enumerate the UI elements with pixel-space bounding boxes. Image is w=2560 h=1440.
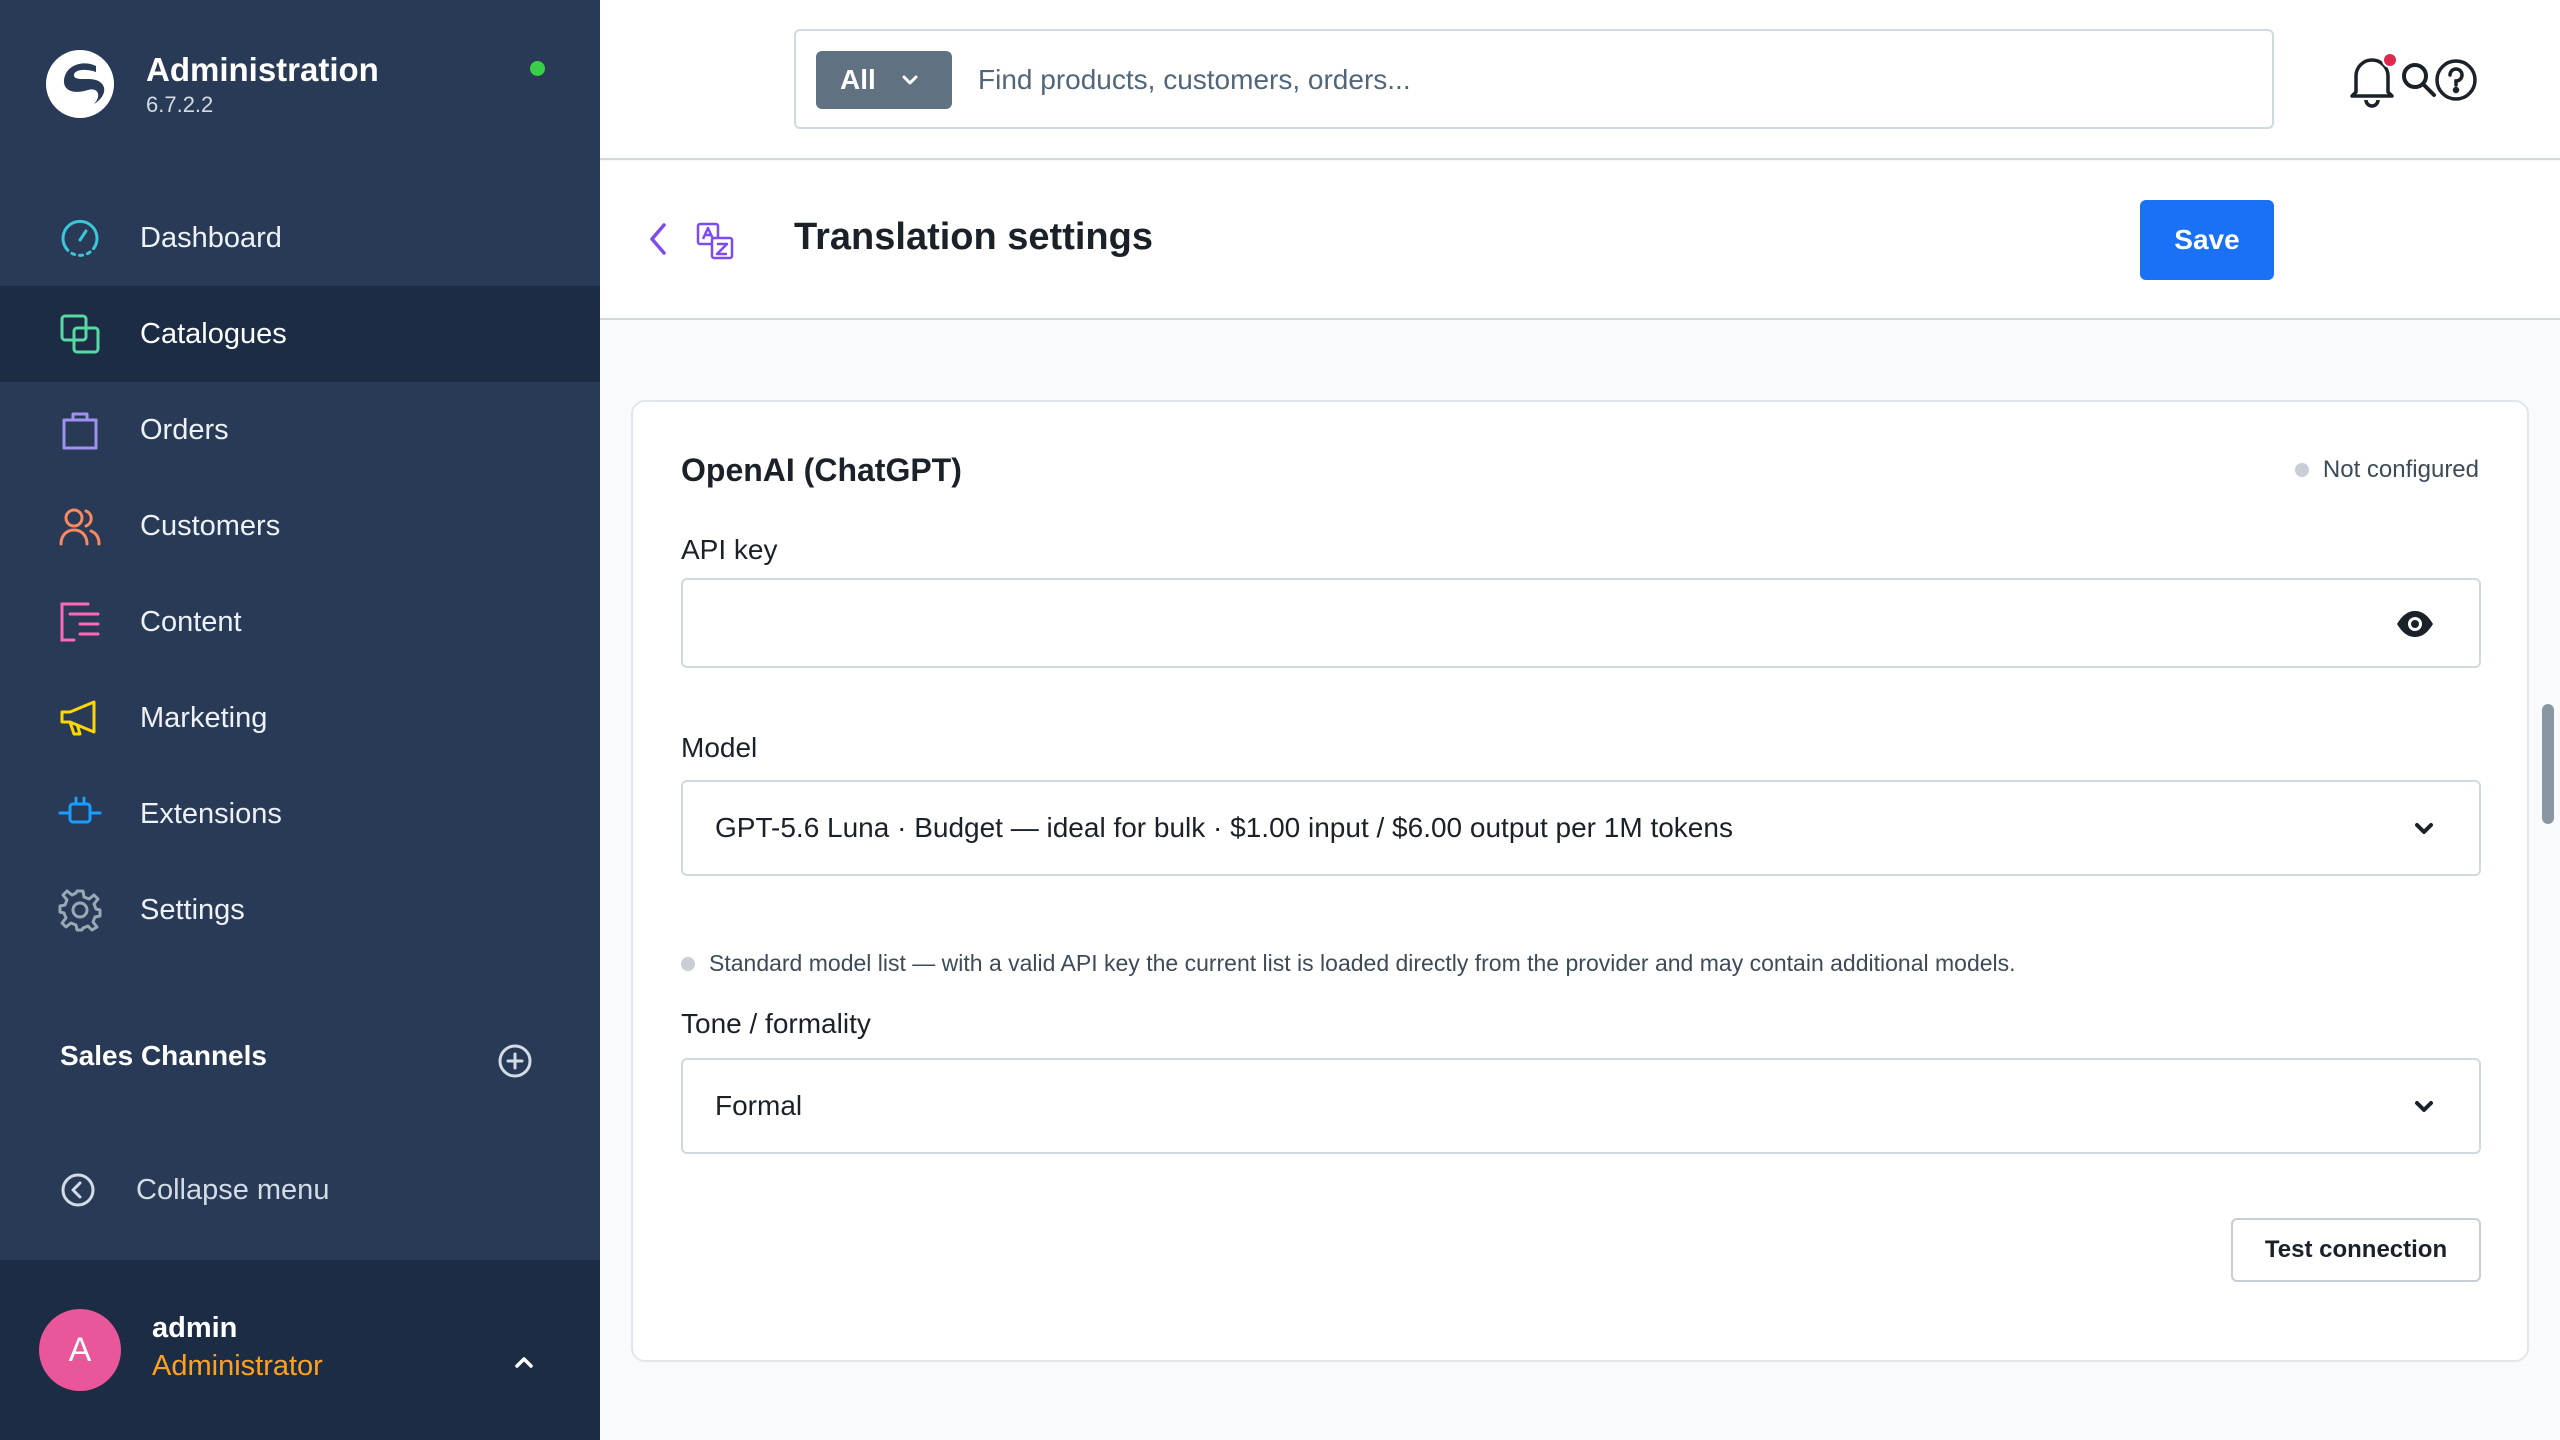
sidebar-item-customers[interactable]: Customers [0,478,600,574]
user-menu[interactable]: A admin Administrator [0,1260,600,1440]
add-sales-channel-icon[interactable] [497,1043,533,1079]
extensions-icon [58,796,102,824]
model-selected-value: GPT-5.6 Luna · Budget — ideal for bulk ·… [715,812,1733,843]
sidebar-item-label: Extensions [140,797,282,830]
status-dot [2294,463,2309,477]
sidebar-item-content[interactable]: Content [0,574,600,670]
chevron-up-icon[interactable] [510,1348,538,1376]
model-label: Model [681,732,758,763]
hint-text: Standard model list — with a valid API k… [709,950,2016,976]
avatar: A [39,1309,121,1391]
model-select[interactable]: GPT-5.6 Luna · Budget — ideal for bulk ·… [681,780,2481,876]
sidebar-item-extensions[interactable]: Extensions [0,766,600,862]
page-header: Translation settings Save [600,162,2560,320]
sidebar-item-label: Customers [140,509,281,542]
test-connection-button[interactable]: Test connection [2231,1218,2481,1282]
top-bar: All [600,0,2560,160]
dashboard-icon [61,219,99,257]
sidebar-item-label: Orders [140,413,229,446]
notification-badge [2382,52,2398,68]
chevron-down-icon [2415,1101,2433,1112]
sidebar-item-label: Marketing [140,701,268,734]
content-icon [60,602,100,642]
sidebar-item-catalogues[interactable]: Catalogues [0,286,600,382]
marketing-icon [60,700,96,736]
search-input[interactable] [976,51,2176,109]
chevron-down-icon [2415,823,2433,834]
chevron-down-icon [902,75,918,85]
card-title: OpenAI (ChatGPT) [681,452,962,488]
api-key-input[interactable] [715,606,2395,640]
page-title: Translation settings [794,216,1153,258]
status-text: Not configured [2322,456,2479,483]
sidebar-item-settings[interactable]: Settings [0,862,600,958]
user-name: admin [152,1312,238,1344]
search-scope-label: All [840,64,876,95]
main-navigation: Dashboard Catalogues Orders Customers Co… [0,190,600,958]
sidebar-item-label: Content [140,605,242,638]
sidebar-item-label: Dashboard [140,221,282,254]
catalogues-icon [60,314,100,354]
app-version: 6.7.2.2 [146,92,214,117]
openai-settings-card: OpenAI (ChatGPT) Not configured API key … [631,400,2529,1362]
app-title: Administration [146,51,379,88]
online-status-dot [530,61,545,76]
api-key-label: API key [681,534,778,565]
customers-icon [59,508,101,546]
translate-icon [696,222,734,260]
hint-dot [681,956,695,971]
user-role: Administrator [152,1350,323,1382]
collapse-chevron-icon [61,1173,95,1207]
tone-selected-value: Formal [715,1090,803,1121]
orders-icon [62,412,98,450]
eye-icon[interactable] [2395,604,2435,644]
search-icon[interactable] [2400,61,2438,99]
sidebar-item-orders[interactable]: Orders [0,382,600,478]
sidebar: Administration 6.7.2.2 Dashboard Catalog… [0,0,600,1440]
status-badge: Not configured [2294,456,2479,484]
shopware-logo-icon [46,50,114,118]
sidebar-item-label: Settings [140,893,245,926]
sidebar-item-dashboard[interactable]: Dashboard [0,190,600,286]
tone-label: Tone / formality [681,1008,871,1039]
collapse-menu-label: Collapse menu [136,1173,330,1206]
search-scope-select[interactable]: All [816,51,952,109]
sidebar-item-label: Catalogues [140,317,287,350]
sidebar-item-marketing[interactable]: Marketing [0,670,600,766]
brand[interactable]: Administration 6.7.2.2 [44,48,379,120]
tone-select[interactable]: Formal [681,1058,2481,1154]
settings-icon [58,889,102,932]
sales-channels-title: Sales Channels [60,1040,267,1071]
api-key-field [681,578,2481,668]
page-scrollbar[interactable] [2542,704,2554,824]
help-icon[interactable] [2434,58,2478,102]
global-search: All [794,29,2436,129]
model-list-hint: Standard model list — with a valid API k… [681,950,2016,977]
collapse-menu-button[interactable]: Collapse menu [60,1172,329,1208]
save-button[interactable]: Save [2140,200,2274,280]
back-chevron-icon[interactable] [642,219,672,259]
